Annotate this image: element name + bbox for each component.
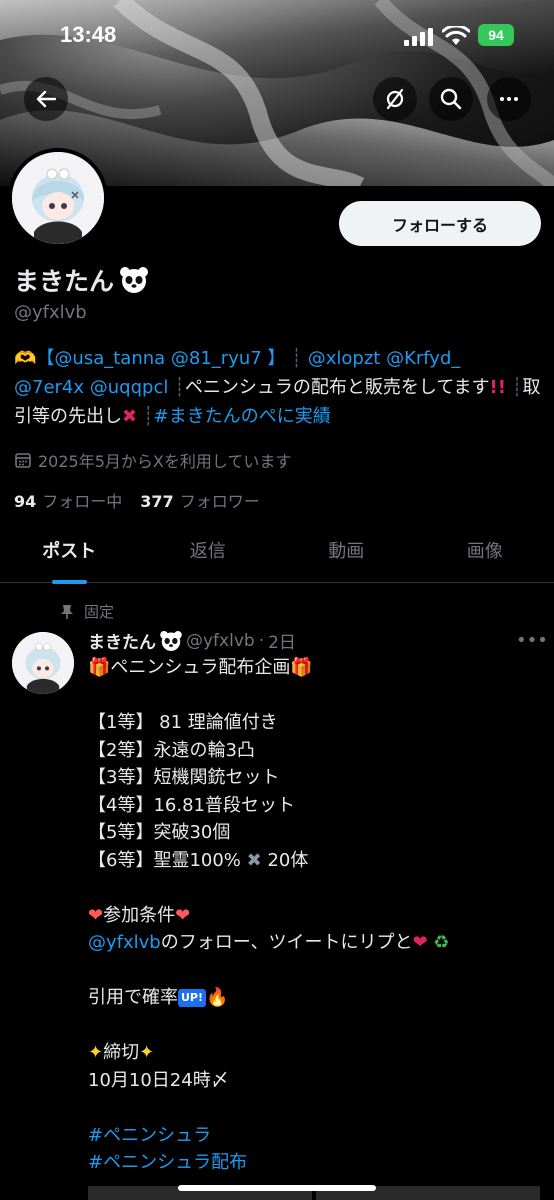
star-emoji: ✦: [88, 1042, 104, 1063]
pin-icon: [61, 604, 73, 619]
status-bar: 13:48 94: [0, 22, 554, 52]
more-button[interactable]: [487, 77, 531, 121]
bio-mentions-1[interactable]: 【@usa_tanna @81_ryu7 】: [36, 348, 285, 369]
profile-bio: 🫶【@usa_tanna @81_ryu7 】 ┊ @xlopzt @Krfyd…: [14, 344, 544, 431]
conditions-text: のフォロー、ツイートにリプと: [160, 932, 413, 953]
multiply-icon: ✖: [240, 849, 268, 871]
tab-videos[interactable]: 動画: [277, 527, 416, 582]
followers-label: フォロワー: [179, 492, 260, 511]
followers-count: 377: [140, 492, 174, 511]
home-indicator[interactable]: [178, 1185, 376, 1191]
profile-avatar[interactable]: [8, 148, 108, 248]
post-more-icon[interactable]: •••: [516, 630, 548, 651]
followers-link[interactable]: 377 フォロワー: [140, 488, 259, 512]
bio-separator: ┊: [174, 377, 185, 398]
up-badge: UP!: [178, 989, 207, 1007]
prize-1: 【1等】 81 理論値付き: [88, 712, 278, 733]
following-count: 94: [14, 492, 37, 511]
conditions-label: 参加条件: [103, 904, 176, 926]
star-emoji: ✦: [139, 1042, 155, 1063]
status-time: 13:48: [60, 22, 117, 47]
pinned-indicator: 固定: [60, 601, 114, 622]
fire-emoji: 🔥: [206, 987, 229, 1008]
prize-5: 【5等】突破30個: [88, 822, 231, 843]
profile-tabs: ポスト 返信 動画 画像: [0, 527, 554, 584]
gift-emoji: 🎁: [290, 657, 313, 678]
bio-mentions-3[interactable]: @7er4x @uqqpcl: [14, 377, 168, 398]
recycle-emoji: ♻: [427, 932, 450, 953]
panda-emoji-icon: [120, 267, 149, 293]
following-label: フォロー中: [42, 492, 123, 511]
post-time[interactable]: 2日: [268, 628, 296, 653]
eye-off-icon: [386, 88, 404, 110]
tab-media[interactable]: 画像: [416, 527, 554, 582]
tab-posts[interactable]: ポスト: [0, 527, 139, 584]
wifi-icon: [442, 26, 470, 45]
more-icon: [500, 97, 518, 101]
joined-text: 2025年5月からXを利用しています: [38, 452, 292, 471]
cellular-signal-icon: [404, 28, 433, 46]
post-author-handle[interactable]: @yfxlvb: [186, 631, 255, 651]
heart-hands-emoji: 🫶: [14, 348, 37, 369]
search-button[interactable]: [429, 77, 473, 121]
battery-level: 94: [488, 27, 504, 43]
gift-emoji: 🎁: [88, 657, 111, 678]
prize-6: 【6等】聖霊100%: [88, 849, 241, 871]
red-heart-emoji: ❤: [412, 932, 428, 953]
post-title: ペニンシュラ配布企画: [110, 657, 291, 678]
profile-display-name: まきたん: [14, 262, 149, 298]
display-name-text: まきたん: [14, 267, 115, 296]
bio-mentions-2[interactable]: @xlopzt @Krfyd_: [308, 348, 461, 369]
post-text: 🎁ペニンシュラ配布企画🎁 【1等】 81 理論値付き 【2等】永遠の輪3凸 【3…: [88, 654, 538, 1177]
prize-2: 【2等】永遠の輪3凸: [88, 739, 255, 761]
hashtag-1[interactable]: #ペニンシュラ: [88, 1125, 211, 1146]
search-icon: [440, 88, 462, 110]
pinned-label: 固定: [84, 603, 115, 621]
bio-separator: ┊: [142, 406, 154, 427]
post-dot: ·: [258, 630, 265, 651]
prize-4: 【4等】16.81普段セット: [88, 794, 295, 816]
deadline-label: 締切: [103, 1042, 140, 1063]
post-author-name[interactable]: まきたん: [88, 628, 156, 653]
quote-text: 引用で確率: [88, 987, 178, 1008]
heart-fire-emoji: ❤: [175, 904, 191, 926]
prize-3: 【3等】短機関銃セット: [88, 767, 280, 788]
follow-button[interactable]: フォローする: [339, 201, 541, 246]
bio-hashtag[interactable]: #まきたんのぺに実績: [154, 406, 331, 427]
panda-emoji-icon: [160, 630, 182, 651]
back-arrow-icon: [36, 90, 57, 108]
tab-replies[interactable]: 返信: [139, 527, 278, 582]
bio-text-1: ペニンシュラの配布と販売をしてます: [184, 377, 490, 398]
bio-separator: ┊: [291, 348, 303, 369]
post-header: まきたん @yfxlvb · 2日: [88, 628, 296, 653]
hashtag-2[interactable]: #ペニンシュラ配布: [88, 1152, 247, 1173]
double-exclamation-emoji: !!: [489, 377, 506, 398]
battery-indicator: 94: [478, 24, 514, 46]
avatar-illustration: [12, 632, 74, 694]
post-author-avatar[interactable]: [12, 632, 74, 694]
back-button[interactable]: [24, 77, 68, 121]
follow-stats: 94 フォロー中 377 フォロワー: [14, 488, 260, 512]
joined-date: 2025年5月からXを利用しています: [14, 448, 291, 472]
heart-fire-emoji: ❤: [88, 904, 104, 926]
cross-mark-emoji: ✖: [122, 406, 138, 427]
bio-separator: ┊: [511, 377, 523, 398]
conditions-mention[interactable]: @yfxlvb: [88, 932, 161, 953]
hide-button[interactable]: [373, 77, 417, 121]
calendar-icon: [15, 453, 31, 468]
following-link[interactable]: 94 フォロー中: [14, 488, 122, 512]
deadline-text: 10月10日24時〆: [88, 1069, 229, 1091]
profile-handle: @yfxlvb: [14, 302, 87, 323]
prize-6-suffix: 20体: [267, 849, 309, 871]
avatar-illustration: [12, 152, 104, 244]
